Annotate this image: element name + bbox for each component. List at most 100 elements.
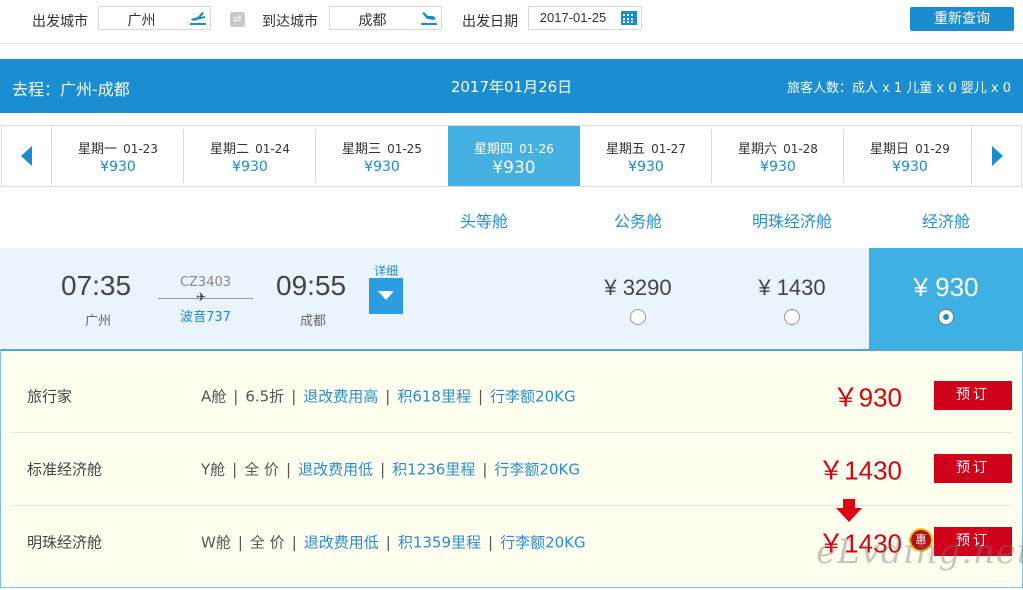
book-button[interactable]: 预订 (934, 454, 1012, 483)
takeoff-icon (190, 12, 206, 25)
economy-cell-selected[interactable]: ¥ 930 (869, 248, 1023, 349)
tab-price: ¥930 (760, 159, 796, 175)
tab-date: 01-29 (915, 142, 950, 156)
date-strip: 星期一 01-23 ¥930 星期二 01-24 ¥930 星期三 01-25 ¥93… (1, 125, 1022, 187)
economy-radio-selected[interactable] (938, 309, 954, 325)
depart-city-label: 出发城市 (32, 14, 88, 30)
fare-cabin-class: A舱 (201, 387, 227, 406)
depart-city-value: 广州 (127, 13, 156, 29)
tab-price: ¥930 (364, 159, 400, 175)
tab-date: 01-23 (123, 142, 158, 156)
discount-badge-icon: 惠 (909, 528, 933, 552)
arrow-down-icon (836, 499, 862, 522)
fare-cabin-class: Y舱 (201, 460, 226, 479)
fare-details: A舱 | 6.5折 | 退改费用高 | 积618里程 | 行李额20KG (201, 387, 576, 406)
fare-miles-link[interactable]: 积1359里程 (398, 534, 481, 552)
arrive-city-value: 成都 (358, 13, 387, 29)
fare-baggage-link[interactable]: 行李额20KG (500, 534, 586, 552)
fare-name: 明珠经济舱 (27, 533, 103, 552)
tab-date: 01-28 (783, 142, 818, 156)
depart-date-input[interactable]: 2017-01-25 (528, 6, 642, 30)
chevron-right-icon (992, 146, 1003, 166)
fare-price: ￥1430 (818, 455, 902, 486)
arrival-city: 成都 (299, 314, 326, 329)
cabin-header-business: 公务舱 (613, 212, 662, 231)
cabin-header-economy: 经济舱 (921, 212, 970, 231)
departure-time: 07:35 (61, 270, 132, 301)
tab-date: 01-25 (387, 142, 422, 156)
departure-city: 广州 (84, 314, 111, 329)
book-button[interactable]: 预订 (934, 527, 1012, 556)
book-button[interactable]: 预订 (934, 381, 1012, 410)
tab-date: 01-26 (519, 142, 554, 156)
cabin-header-pearl-economy: 明珠经济舱 (751, 212, 832, 231)
search-bar: 出发城市 广州 ⇄ 到达城市 成都 出发日期 2017-01-25 重新查询 (0, 0, 1023, 44)
tab-weekday: 星期三 (342, 142, 382, 157)
date-tab-tue[interactable]: 星期二 01-24 ¥930 (184, 126, 316, 186)
fare-change-fee-link[interactable]: 退改费用高 (303, 388, 378, 406)
flight-row: 07:35 广州 CZ3403 ✈ 波音737 09:55 成都 详细 ¥ 32… (0, 248, 1023, 349)
fare-name: 旅行家 (27, 387, 73, 406)
search-again-button[interactable]: 重新查询 (910, 7, 1014, 31)
date-tab-wed[interactable]: 星期三 01-25 ¥930 (316, 126, 448, 186)
expand-details-button[interactable] (369, 278, 403, 314)
tab-price: ¥930 (492, 158, 536, 178)
arrive-city-input[interactable]: 成都 (329, 6, 442, 30)
depart-date-label: 出发日期 (462, 14, 518, 30)
fare-options-panel: 旅行家 A舱 | 6.5折 | 退改费用高 | 积618里程 | 行李额20KG ￥930 预订… (0, 349, 1023, 588)
fare-discount: 全 价 (249, 533, 285, 552)
fare-details: Y舱 | 全 价 | 退改费用低 | 积1236里程 | 行李额20KG (201, 460, 580, 479)
date-tab-thu-selected[interactable]: 星期四 01-26 ¥930 (448, 126, 580, 186)
date-tab-sun[interactable]: 星期日 01-29 ¥930 (844, 126, 976, 186)
tab-date: 01-24 (255, 142, 290, 156)
fare-baggage-link[interactable]: 行李额20KG (494, 461, 580, 479)
depart-city-input[interactable]: 广州 (98, 6, 211, 30)
fare-details: W舱 | 全 价 | 退改费用低 | 积1359里程 | 行李额20KG (201, 533, 586, 552)
plane-icon: ✈ (196, 290, 207, 304)
date-tab-mon[interactable]: 星期一 01-23 ¥930 (52, 126, 184, 186)
next-week-button[interactable] (971, 126, 1021, 186)
tab-price: ¥930 (232, 159, 268, 175)
tab-weekday: 星期一 (78, 142, 118, 157)
flight-number: CZ3403 (179, 275, 232, 290)
fare-change-fee-link[interactable]: 退改费用低 (298, 461, 373, 479)
economy-price: ¥ 930 (913, 272, 979, 302)
tab-weekday: 星期六 (738, 142, 778, 157)
depart-date-value: 2017-01-25 (539, 10, 607, 25)
landing-icon (421, 12, 437, 25)
arrive-city-label: 到达城市 (262, 14, 318, 30)
date-tab-fri[interactable]: 星期五 01-27 ¥930 (580, 126, 712, 186)
aircraft-type[interactable]: 波音737 (158, 306, 253, 325)
chevron-left-icon (21, 146, 32, 166)
swap-cities-icon[interactable]: ⇄ (230, 12, 245, 27)
route-header: 去程：广州-成都 2017年01月26日 旅客人数：成人 x 1 儿童 x 0 … (0, 59, 1023, 113)
tab-date: 01-27 (651, 142, 686, 156)
fare-miles-link[interactable]: 积618里程 (397, 388, 471, 406)
tab-price: ¥930 (100, 159, 136, 175)
pearl-economy-radio[interactable] (784, 309, 800, 325)
chevron-down-icon (378, 291, 394, 300)
date-tab-sat[interactable]: 星期六 01-28 ¥930 (712, 126, 844, 186)
fare-change-fee-link[interactable]: 退改费用低 (304, 534, 379, 552)
cabin-header-first: 头等舱 (459, 212, 508, 231)
passenger-count: 旅客人数：成人 x 1 儿童 x 0 婴儿 x 0 (787, 81, 1011, 96)
tab-price: ¥930 (892, 159, 928, 175)
fare-discount: 6.5折 (245, 387, 285, 406)
tab-weekday: 星期二 (210, 142, 250, 157)
fare-name: 标准经济舱 (27, 460, 103, 479)
fare-price: ￥1430 (818, 528, 902, 559)
fare-miles-link[interactable]: 积1236里程 (392, 461, 475, 479)
previous-week-button[interactable] (2, 126, 52, 186)
tab-price: ¥930 (628, 159, 664, 175)
arrival-time: 09:55 (276, 270, 347, 301)
business-radio[interactable] (630, 309, 646, 325)
tab-weekday: 星期五 (606, 142, 646, 157)
tab-weekday: 星期四 (474, 142, 514, 157)
tab-weekday: 星期日 (870, 142, 910, 157)
fare-cabin-class: W舱 (201, 533, 231, 552)
calendar-icon[interactable] (620, 10, 638, 26)
fare-price: ￥930 (832, 382, 902, 413)
fare-baggage-link[interactable]: 行李额20KG (490, 388, 576, 406)
detail-label[interactable]: 详细 (374, 262, 398, 279)
pearl-economy-price: ¥ 1430 (758, 275, 826, 300)
